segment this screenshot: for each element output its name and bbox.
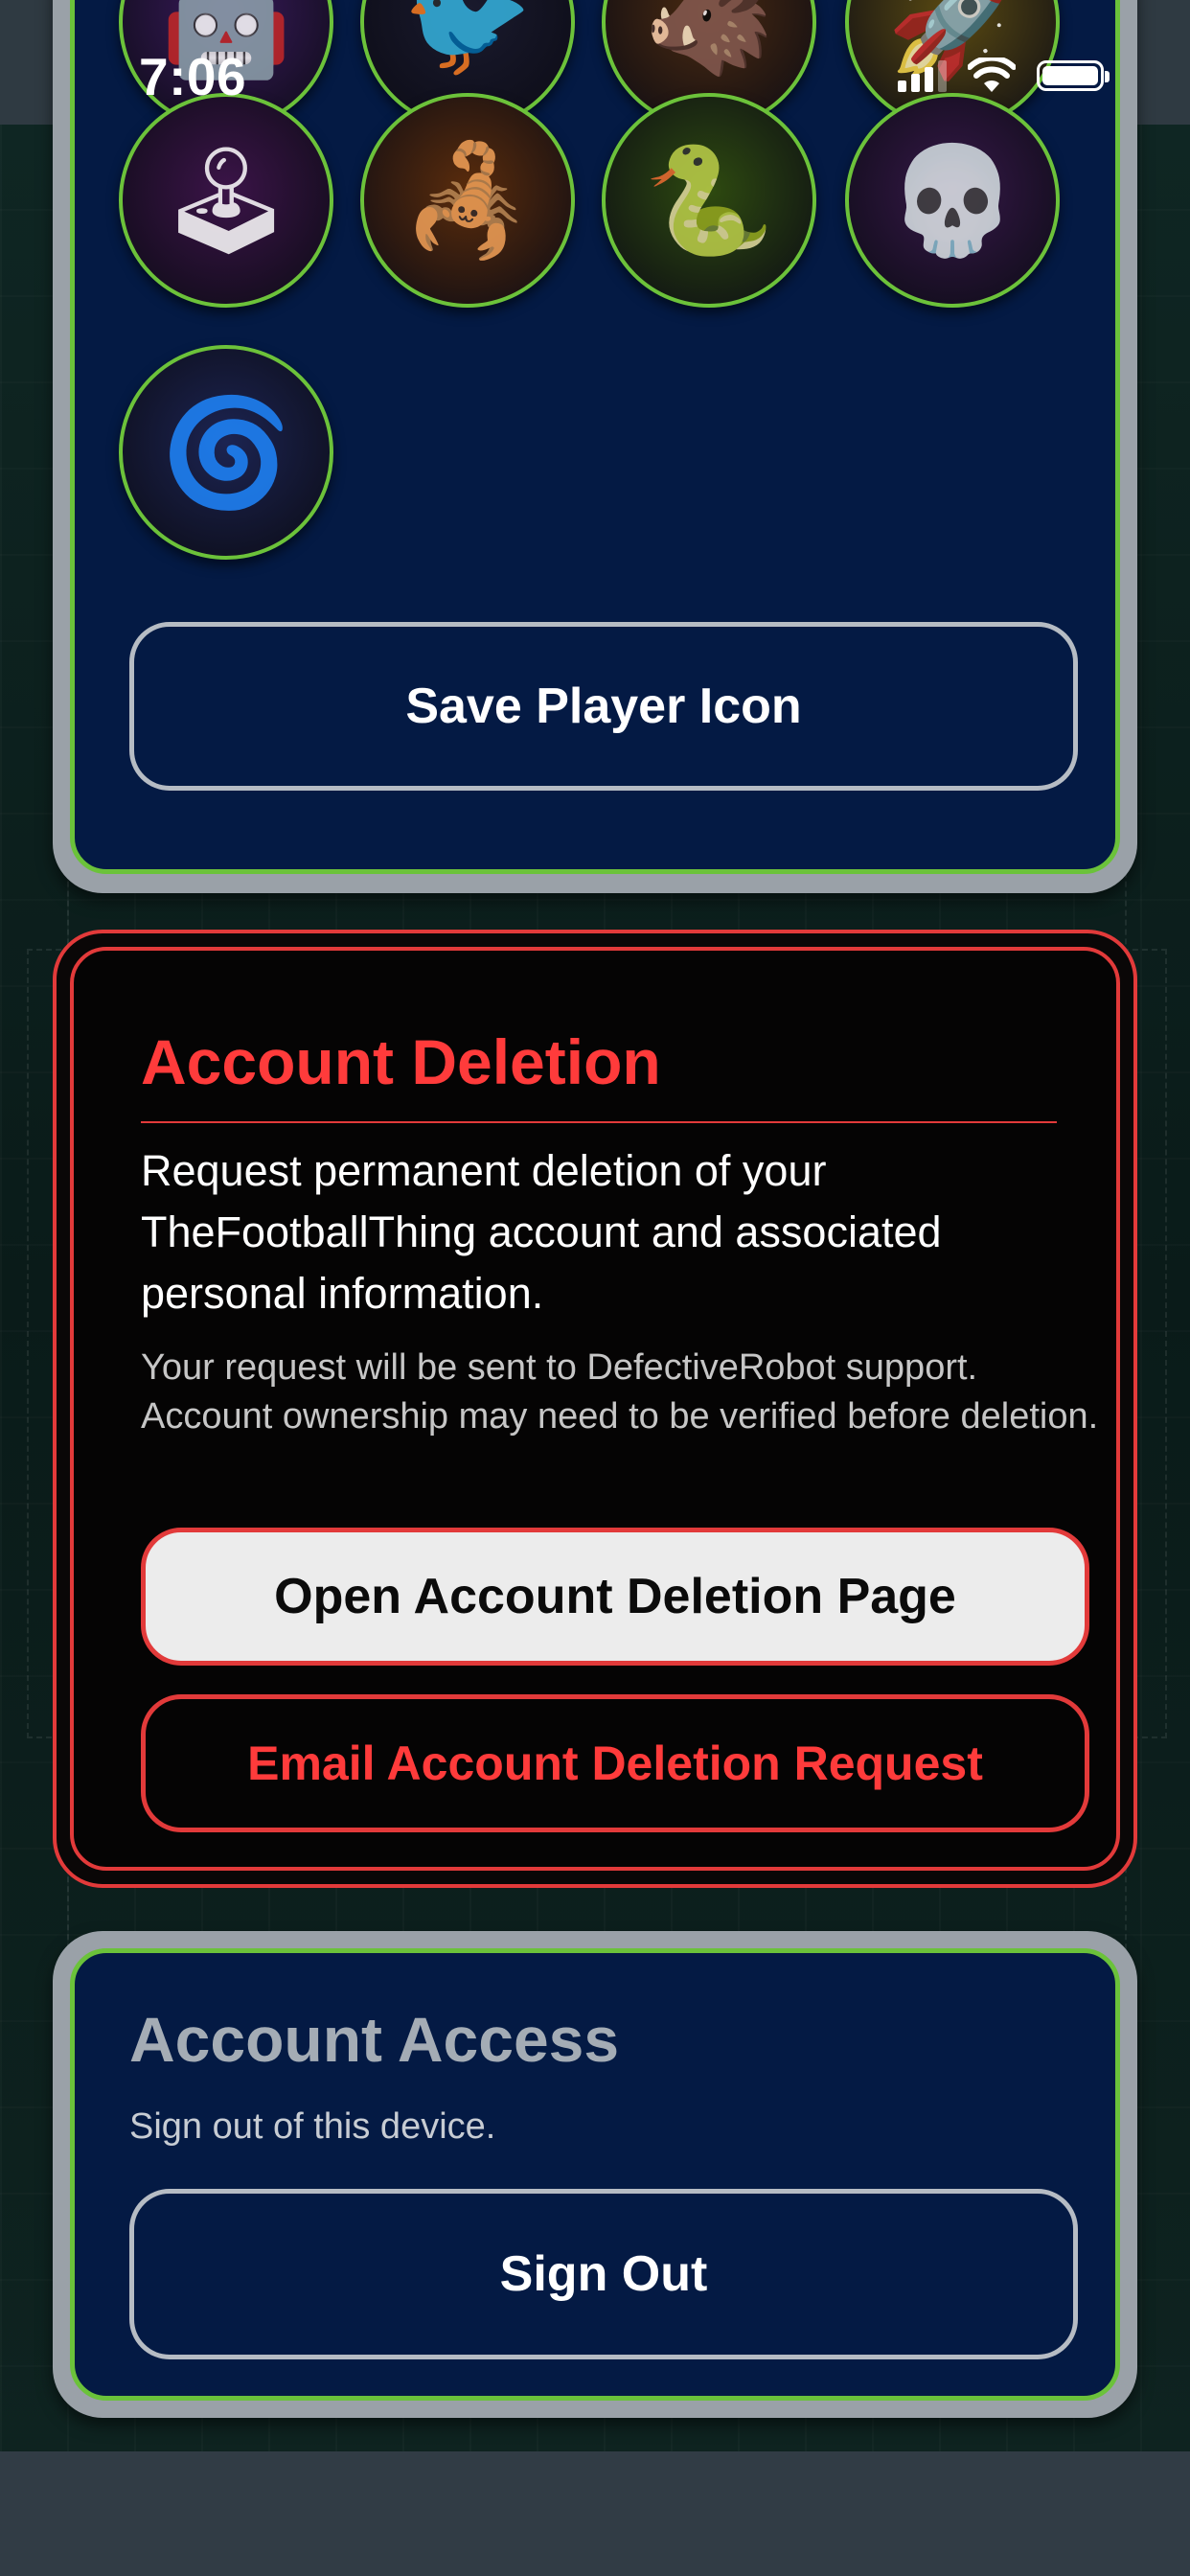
status-time: 7:06 <box>139 47 247 106</box>
cellular-signal-icon <box>898 59 947 92</box>
account-deletion-description: Request permanent deletion of your TheFo… <box>141 1146 942 1318</box>
battery-icon <box>1037 60 1110 91</box>
save-player-icon-button[interactable]: Save Player Icon <box>129 622 1078 791</box>
account-deletion-card-inner: Account Deletion Request permanent delet… <box>70 947 1120 1871</box>
portal-avatar-icon[interactable]: 🌀 <box>119 345 333 560</box>
status-icons <box>898 58 1110 94</box>
account-deletion-note: Your request will be sent to DefectiveRo… <box>141 1347 1099 1437</box>
account-access-card: Account Access Sign out of this device. … <box>53 1931 1137 2418</box>
open-account-deletion-page-button[interactable]: Open Account Deletion Page <box>141 1528 1089 1666</box>
bottom-band <box>0 2451 1190 2576</box>
account-access-subtitle: Sign out of this device. <box>129 2106 496 2147</box>
email-account-deletion-request-button[interactable]: Email Account Deletion Request <box>141 1694 1089 1832</box>
avatar-glyph: 🐍 <box>643 139 775 262</box>
sign-out-button[interactable]: Sign Out <box>129 2189 1078 2359</box>
divider <box>141 1121 1057 1123</box>
wifi-icon <box>968 58 1016 92</box>
avatar-glyph: 🕹 <box>159 139 293 262</box>
account-access-title: Account Access <box>129 2004 620 2075</box>
avatar-glyph: 💀 <box>886 139 1018 262</box>
status-bar: 7:06 <box>0 0 1190 153</box>
account-access-card-inner: Account Access Sign out of this device. … <box>70 1948 1120 2401</box>
avatar-glyph: 🌀 <box>160 391 292 514</box>
account-deletion-card: Account Deletion Request permanent delet… <box>53 930 1137 1888</box>
account-deletion-title: Account Deletion <box>141 1026 661 1097</box>
avatar-glyph: 🦂 <box>401 139 534 262</box>
